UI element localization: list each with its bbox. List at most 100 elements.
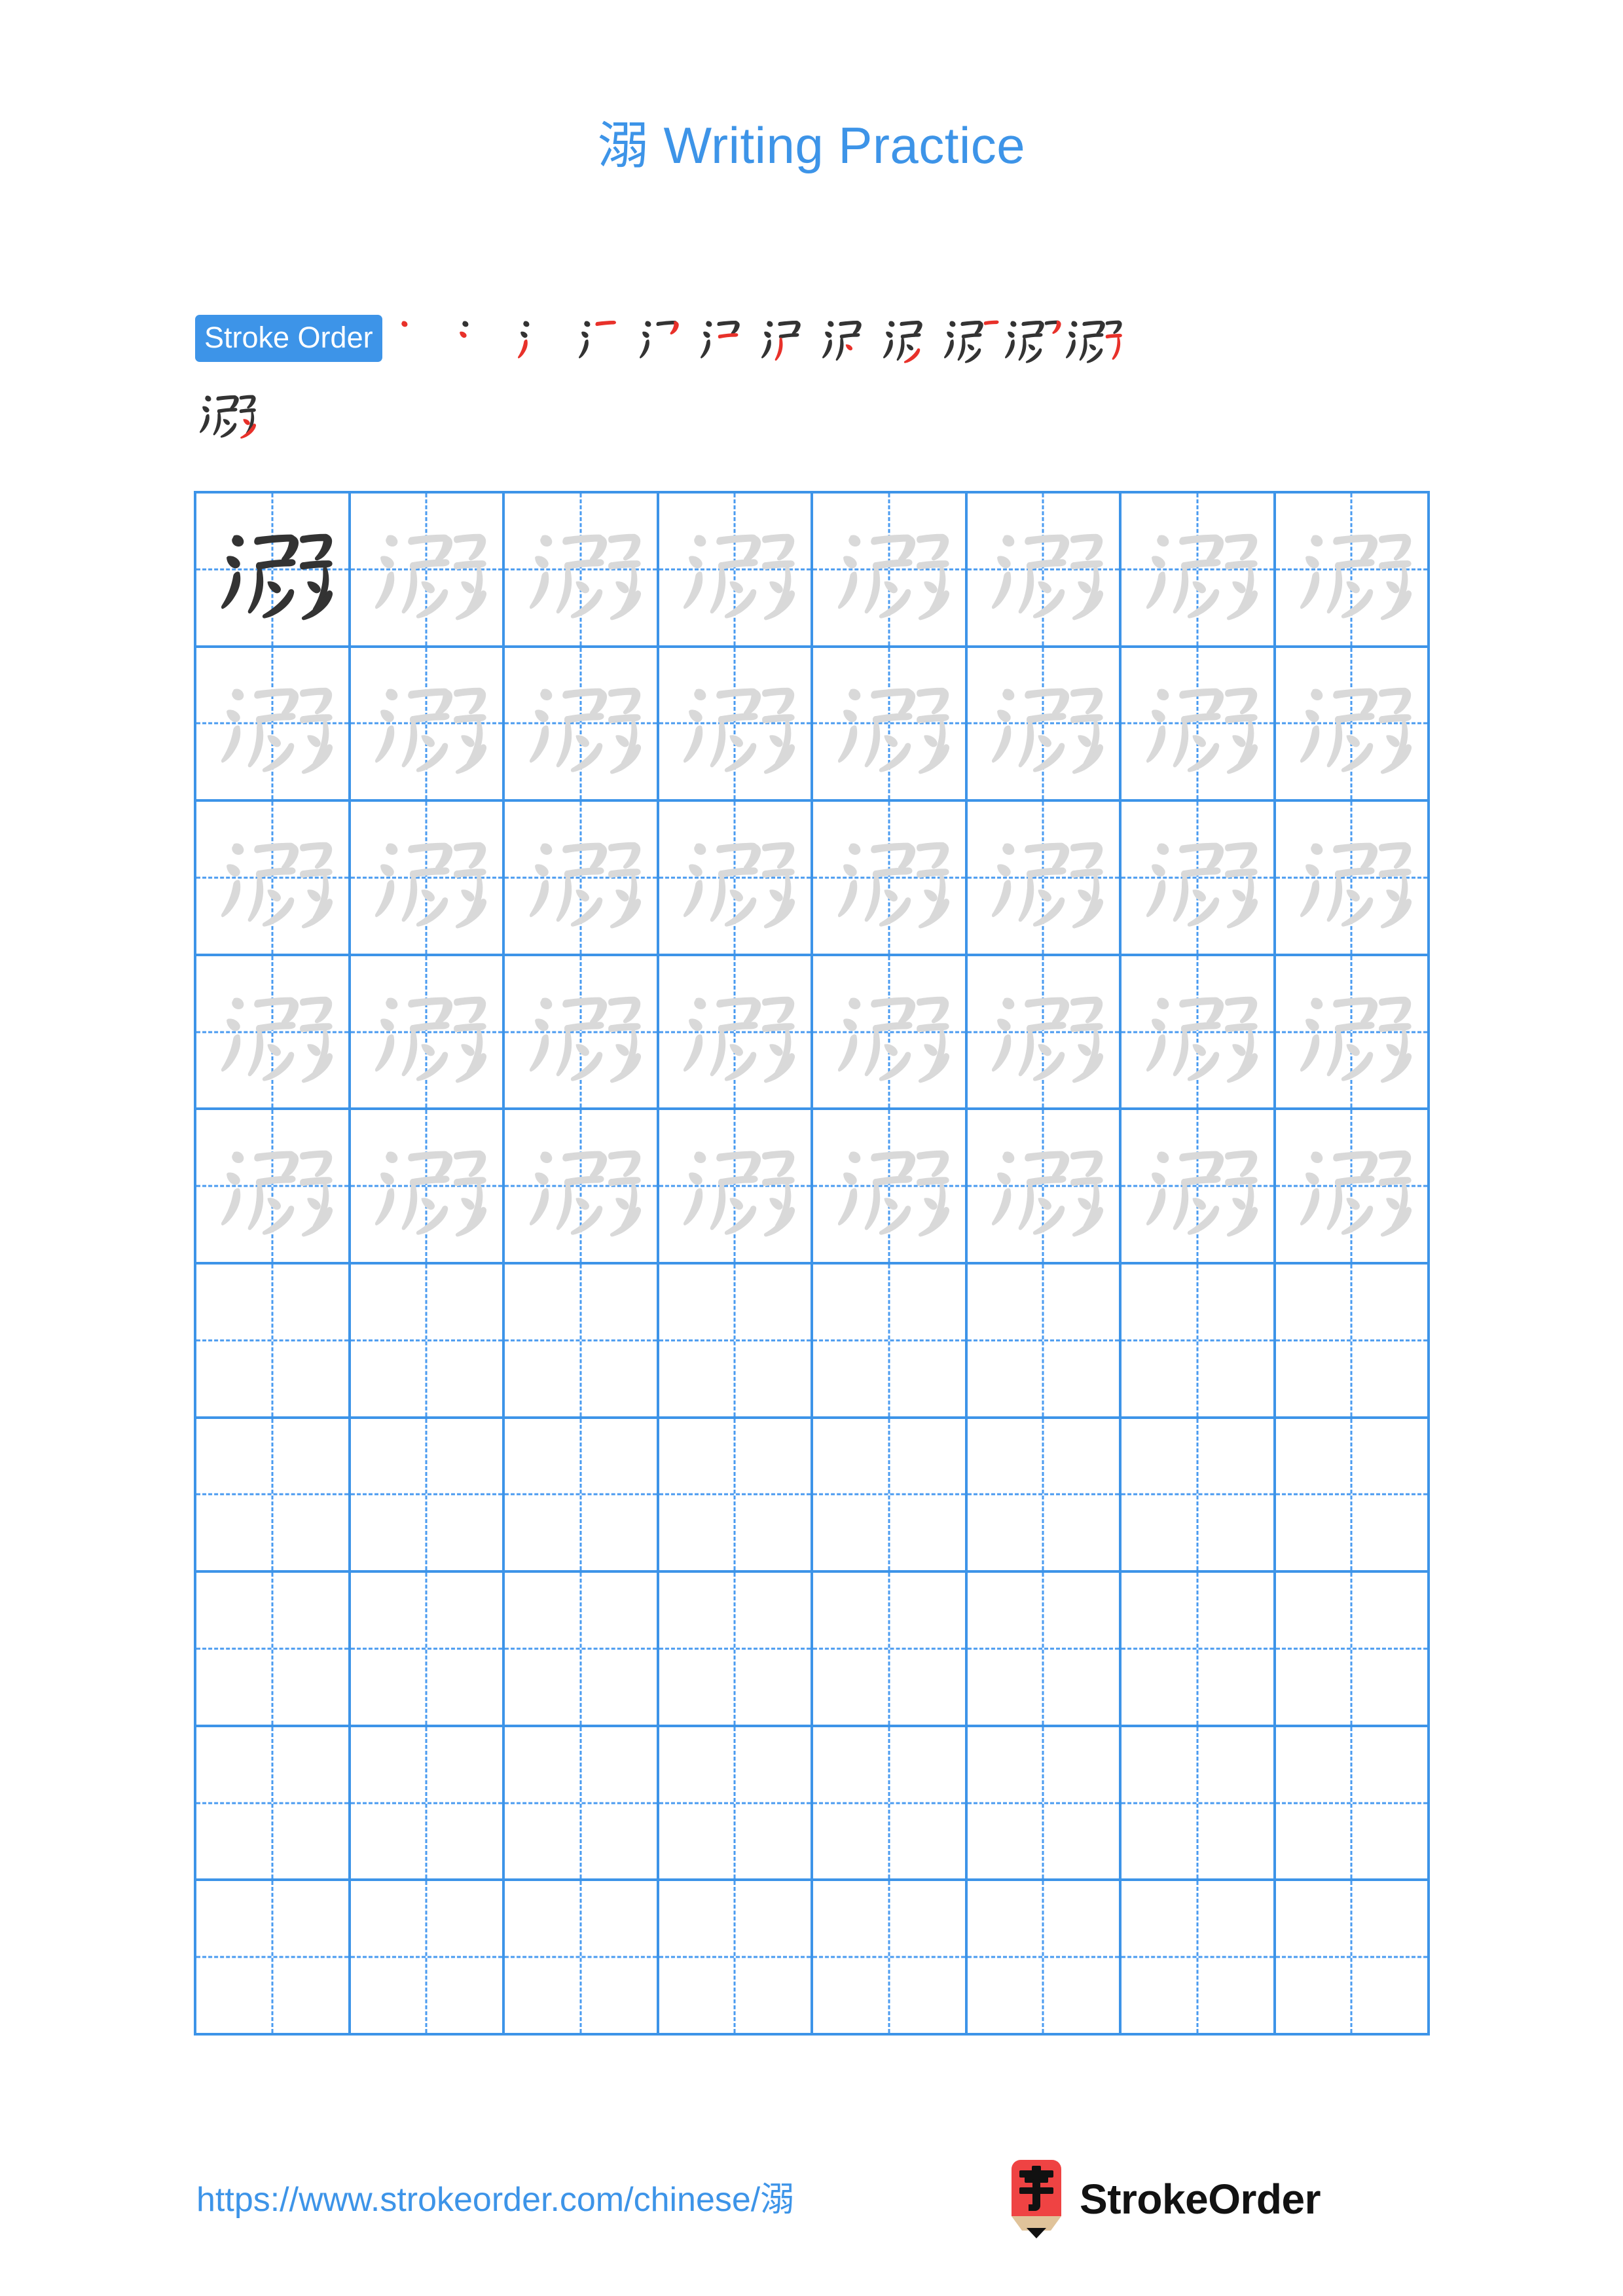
practice-cell[interactable] xyxy=(196,647,351,802)
practice-cell[interactable] xyxy=(196,802,351,956)
practice-cell[interactable] xyxy=(659,1727,813,1882)
stroke-order-section: Stroke Order xyxy=(195,302,1439,449)
practice-cell[interactable] xyxy=(196,1727,351,1882)
practice-cell[interactable] xyxy=(196,1418,351,1573)
trace-character xyxy=(1122,956,1273,1108)
practice-cell[interactable] xyxy=(196,1110,351,1265)
practice-cell[interactable] xyxy=(196,1881,351,2036)
practice-cell[interactable] xyxy=(1122,1110,1276,1265)
practice-cell[interactable] xyxy=(659,1110,813,1265)
practice-cell[interactable] xyxy=(813,956,968,1111)
trace-character xyxy=(196,956,348,1108)
practice-cell[interactable] xyxy=(659,1265,813,1419)
practice-cell[interactable] xyxy=(659,1881,813,2036)
practice-cell[interactable] xyxy=(813,1265,968,1419)
trace-character xyxy=(351,956,503,1108)
practice-cell[interactable] xyxy=(350,1265,505,1419)
practice-cell[interactable] xyxy=(967,1110,1122,1265)
practice-cell[interactable] xyxy=(659,802,813,956)
practice-cell[interactable] xyxy=(505,802,659,956)
practice-cell[interactable] xyxy=(1275,647,1430,802)
practice-cell[interactable] xyxy=(1122,1418,1276,1573)
practice-cell[interactable] xyxy=(505,1727,659,1882)
practice-cell[interactable] xyxy=(1275,1110,1430,1265)
practice-cell[interactable] xyxy=(1275,1265,1430,1419)
trace-character xyxy=(505,956,657,1108)
practice-cell[interactable] xyxy=(505,1265,659,1419)
practice-cell[interactable] xyxy=(1275,1881,1430,2036)
trace-character xyxy=(1276,956,1428,1108)
practice-cell[interactable] xyxy=(967,1727,1122,1882)
practice-cell[interactable] xyxy=(1122,493,1276,648)
practice-cell[interactable] xyxy=(350,647,505,802)
trace-character xyxy=(351,493,503,645)
practice-cell[interactable] xyxy=(350,493,505,648)
practice-cell[interactable] xyxy=(1275,493,1430,648)
practice-cell[interactable] xyxy=(1122,1881,1276,2036)
practice-cell[interactable] xyxy=(1122,1573,1276,1727)
practice-cell[interactable] xyxy=(1122,956,1276,1111)
trace-character xyxy=(659,648,811,800)
practice-cell[interactable] xyxy=(350,956,505,1111)
practice-cell[interactable] xyxy=(505,493,659,648)
practice-cell[interactable] xyxy=(505,1573,659,1727)
trace-character xyxy=(659,1110,811,1262)
stroke-order-step xyxy=(635,302,696,374)
practice-cell[interactable] xyxy=(350,802,505,956)
practice-cell[interactable] xyxy=(659,1573,813,1727)
practice-cell[interactable] xyxy=(659,493,813,648)
practice-cell[interactable] xyxy=(813,802,968,956)
practice-cell[interactable] xyxy=(813,1110,968,1265)
practice-cell[interactable] xyxy=(196,493,351,648)
footer: https://www.strokeorder.com/chinese/溺 St… xyxy=(0,2160,1623,2251)
practice-cell[interactable] xyxy=(1275,1573,1430,1727)
practice-cell[interactable] xyxy=(196,1573,351,1727)
practice-cell[interactable] xyxy=(1275,1418,1430,1573)
practice-cell[interactable] xyxy=(505,956,659,1111)
practice-cell[interactable] xyxy=(813,1573,968,1727)
practice-cell[interactable] xyxy=(1122,802,1276,956)
practice-cell[interactable] xyxy=(813,647,968,802)
trace-character xyxy=(659,493,811,645)
practice-cell[interactable] xyxy=(967,1265,1122,1419)
practice-cell[interactable] xyxy=(196,956,351,1111)
practice-cell[interactable] xyxy=(967,1881,1122,2036)
practice-cell[interactable] xyxy=(505,647,659,802)
practice-cell[interactable] xyxy=(350,1881,505,2036)
practice-cell[interactable] xyxy=(813,1727,968,1882)
trace-character xyxy=(351,1110,503,1262)
practice-cell[interactable] xyxy=(505,1418,659,1573)
practice-cell[interactable] xyxy=(813,493,968,648)
practice-cell[interactable] xyxy=(967,1573,1122,1727)
practice-cell[interactable] xyxy=(350,1573,505,1727)
practice-cell[interactable] xyxy=(1122,1727,1276,1882)
stroke-order-row-1: Stroke Order xyxy=(195,302,1439,374)
practice-cell[interactable] xyxy=(659,1418,813,1573)
practice-cell[interactable] xyxy=(967,802,1122,956)
practice-cell[interactable] xyxy=(659,956,813,1111)
practice-cell[interactable] xyxy=(967,647,1122,802)
practice-cell[interactable] xyxy=(1122,647,1276,802)
practice-cell[interactable] xyxy=(1275,802,1430,956)
trace-character xyxy=(968,1110,1120,1262)
practice-cell[interactable] xyxy=(350,1727,505,1882)
practice-cell[interactable] xyxy=(813,1418,968,1573)
practice-cell[interactable] xyxy=(1275,956,1430,1111)
practice-cell[interactable] xyxy=(196,1265,351,1419)
practice-cell[interactable] xyxy=(967,956,1122,1111)
practice-cell[interactable] xyxy=(350,1110,505,1265)
stroke-order-step xyxy=(757,302,818,374)
practice-cell[interactable] xyxy=(659,647,813,802)
trace-character xyxy=(968,648,1120,800)
practice-cell[interactable] xyxy=(813,1881,968,2036)
practice-cell[interactable] xyxy=(505,1110,659,1265)
practice-cell[interactable] xyxy=(967,1418,1122,1573)
practice-cell[interactable] xyxy=(1275,1727,1430,1882)
practice-cell[interactable] xyxy=(967,493,1122,648)
trace-character xyxy=(505,648,657,800)
practice-cell[interactable] xyxy=(1122,1265,1276,1419)
footer-url-link[interactable]: https://www.strokeorder.com/chinese/溺 xyxy=(196,2172,794,2221)
practice-cell[interactable] xyxy=(505,1881,659,2036)
brand-logo[interactable]: StrokeOrder xyxy=(1005,2160,1321,2238)
practice-cell[interactable] xyxy=(350,1418,505,1573)
